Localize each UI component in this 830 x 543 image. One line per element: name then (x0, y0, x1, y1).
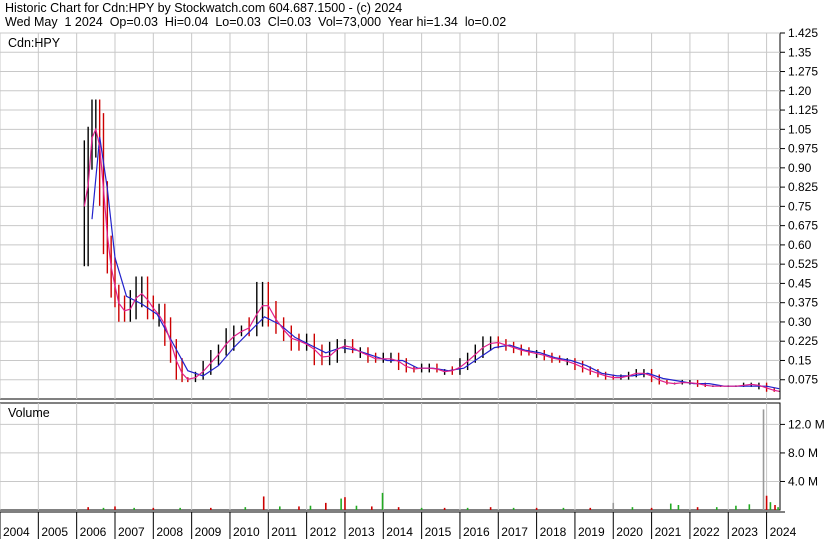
price-tick-label: 0.825 (788, 180, 818, 194)
price-tick-label: 0.225 (788, 334, 818, 348)
x-tick-label: 2012 (310, 525, 337, 539)
x-tick-label: 2013 (348, 525, 375, 539)
price-tick-label: 1.425 (788, 26, 818, 40)
price-tick-label: 1.125 (788, 103, 818, 117)
x-tick-label: 2021 (655, 525, 682, 539)
price-tick-label: 1.05 (788, 122, 812, 136)
x-tick-label: 2015 (425, 525, 452, 539)
volume-panel-frame (0, 402, 781, 511)
price-panel: 1.425 1.35 1.275 1.20 1.125 1.05 0.975 0.90 0.82… (0, 26, 818, 400)
price-tick-label: 1.275 (788, 65, 818, 79)
x-tick-label: 2010 (233, 525, 260, 539)
price-panel-label: Cdn:HPY (8, 36, 61, 50)
volume-panel: 12.0 M 8.0 M 4.0 M Volume (0, 402, 825, 511)
x-tick-label: 2005 (41, 525, 68, 539)
price-tick-label: 0.90 (788, 161, 812, 175)
price-tick-label: 0.60 (788, 238, 812, 252)
x-tick-label: 2017 (501, 525, 528, 539)
volume-y-axis: 12.0 M 8.0 M 4.0 M (780, 417, 825, 488)
price-panel-frame (0, 32, 781, 400)
x-tick-label: 2006 (80, 525, 107, 539)
volume-tick-label: 4.0 M (788, 474, 818, 488)
volume-tick-label: 8.0 M (788, 446, 818, 460)
price-tick-label: 0.75 (788, 199, 812, 213)
price-tick-label: 1.20 (788, 84, 812, 98)
x-tick-label: 2020 (616, 525, 643, 539)
price-tick-label: 0.375 (788, 296, 818, 310)
price-y-axis: 1.425 1.35 1.275 1.20 1.125 1.05 0.975 0.90 0.82… (780, 26, 818, 387)
price-tick-label: 0.15 (788, 353, 812, 367)
x-tick-label: 2011 (271, 525, 297, 539)
price-tick-label: 0.525 (788, 257, 818, 271)
price-tick-label: 0.975 (788, 142, 818, 156)
volume-panel-label: Volume (8, 406, 50, 420)
price-tick-label: 0.30 (788, 315, 812, 329)
x-tick-label: 2024 (770, 525, 797, 539)
x-tick-label: 2004 (3, 525, 30, 539)
price-tick-label: 0.075 (788, 373, 818, 387)
price-tick-label: 0.45 (788, 276, 812, 290)
price-tick-label: 0.675 (788, 219, 818, 233)
x-tick-label: 2014 (386, 525, 413, 539)
price-tick-label: 1.35 (788, 45, 812, 59)
x-tick-label: 2007 (118, 525, 145, 539)
x-tick-label: 2009 (195, 525, 222, 539)
x-tick-label: 2018 (540, 525, 567, 539)
x-axis: 2004 2005 2006 2007 2008 2009 2010 2011 2012 2013… (0, 511, 797, 539)
volume-tick-label: 12.0 M (788, 417, 825, 431)
x-tick-label: 2008 (156, 525, 183, 539)
x-tick-label: 2019 (578, 525, 605, 539)
x-tick-label: 2016 (463, 525, 490, 539)
stock-chart: 1.425 1.35 1.275 1.20 1.125 1.05 0.975 0.90 0.82… (0, 26, 825, 539)
x-tick-label: 2023 (731, 525, 758, 539)
x-tick-label: 2022 (693, 525, 720, 539)
